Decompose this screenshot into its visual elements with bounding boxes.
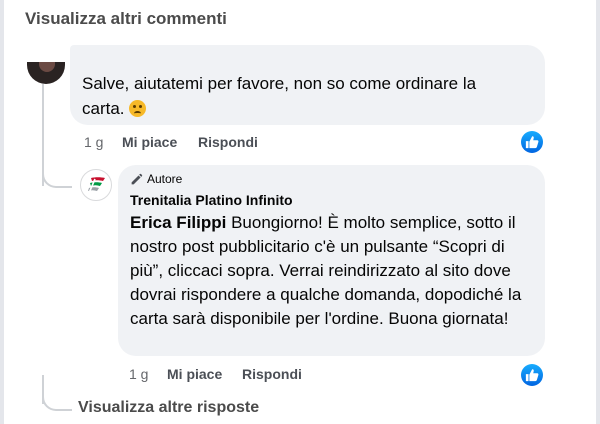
comment-timestamp[interactable]: 1 g [84,134,103,150]
comment-text: Salve, aiutatemi per favore, non so come… [82,71,522,121]
sad-face-emoji-icon [129,100,147,117]
reply-bubble: Autore Trenitalia Platino Infinito Erica… [118,165,545,356]
reply-like-reaction-icon[interactable] [521,364,543,386]
commenter-avatar[interactable] [27,62,65,84]
author-badge: Autore [130,172,182,186]
reply-button[interactable]: Rispondi [198,134,258,150]
thumbs-up-icon [525,369,539,382]
reply-text: Erica Filippi Buongiorno! È molto sempli… [130,211,538,331]
reply-reply-button[interactable]: Rispondi [242,366,302,382]
tagged-user-link[interactable]: Erica Filippi [130,213,226,232]
like-button[interactable]: Mi piace [122,134,177,150]
thread-connector-reply [42,150,72,188]
view-more-comments-link[interactable]: Visualizza altri commenti [25,9,227,29]
thread-line-mask [40,186,46,376]
thread-connector-more [42,375,72,411]
trenitalia-logo-icon [88,177,105,194]
like-reaction-icon[interactable] [521,131,543,153]
pencil-icon [131,173,143,184]
author-badge-label: Autore [147,172,183,186]
page-avatar[interactable] [80,169,112,201]
thumbs-up-icon [525,136,539,149]
page-name-link[interactable]: Trenitalia Platino Infinito [130,192,293,208]
reply-timestamp[interactable]: 1 g [129,366,148,382]
left-panel-border [0,0,4,424]
comment-bubble: Salve, aiutatemi per favore, non so come… [70,45,545,125]
view-more-replies-link[interactable]: Visualizza altre risposte [78,399,259,417]
reply-like-button[interactable]: Mi piace [167,366,222,382]
right-panel-border [596,0,600,424]
